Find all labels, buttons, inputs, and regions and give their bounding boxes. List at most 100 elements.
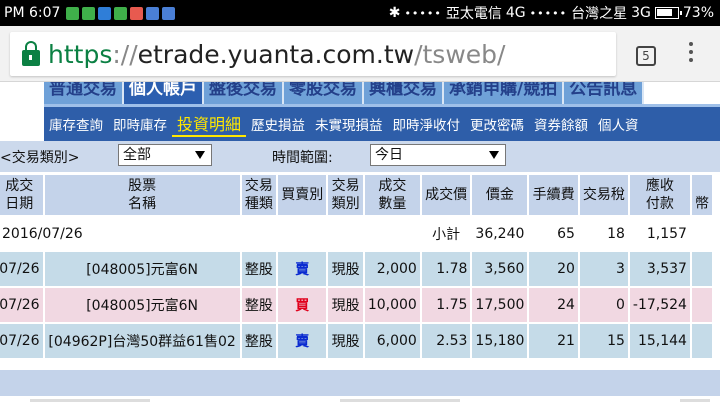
cell-net: 15,144	[629, 324, 690, 358]
col-header-currency: 幣	[691, 175, 712, 215]
subnav-change-password[interactable]: 更改密碼	[465, 114, 529, 134]
tab-switcher-button[interactable]: 5	[636, 46, 656, 66]
subnav-realtime-settlement[interactable]: 即時淨收付	[388, 114, 466, 134]
cell-tax: 0	[579, 288, 628, 322]
nav-tab-ipo[interactable]: 承銷申購/競拍	[444, 82, 565, 104]
bluetooth-icon	[162, 6, 176, 20]
summary-net: 1,157	[629, 217, 690, 250]
url-separator: ://	[112, 39, 138, 69]
subnav-margin-balance[interactable]: 資券餘額	[529, 114, 593, 134]
url-host: etrade.yuanta.com.tw	[137, 39, 415, 69]
cell-date: 07/26	[0, 324, 43, 358]
cell-amount: 3,560	[472, 252, 528, 286]
table-header-row: 成交 日期 股票 名稱 交易 種類 買賣別 交易 類別 成交 數量 成交價 價金 手續費 …	[0, 175, 712, 215]
page-footer-partial	[0, 396, 720, 405]
transactions-table: 成交 日期 股票 名稱 交易 種類 買賣別 交易 類別 成交 數量 成交價 價金 手續費 …	[0, 173, 714, 360]
table-row[interactable]: 07/26 [048005]元富6N 整股 賣 現股 2,000 1.78 3,…	[0, 252, 712, 286]
line-app-icon	[82, 6, 96, 20]
nav-tab-announcements[interactable]: 公告訊息	[564, 82, 645, 104]
nav-tab-after-hours[interactable]: 盤後交易	[204, 82, 284, 104]
carrier-name-1: 亞太電信	[445, 6, 502, 22]
cell-price: 1.75	[421, 288, 471, 322]
cell-price: 2.53	[421, 324, 471, 358]
battery-icon	[654, 7, 682, 19]
carrier-name-2: 台灣之星	[571, 6, 628, 22]
col-header-trade-class: 交易 類別	[328, 175, 363, 215]
cell-tax: 15	[579, 324, 628, 358]
cell-class: 現股	[328, 252, 363, 286]
trade-type-select[interactable]: 全部	[118, 144, 212, 166]
time-range-value: 今日	[375, 147, 403, 163]
col-header-tax: 交易稅	[579, 175, 628, 215]
cell-stock-name: [048005]元富6N	[44, 252, 240, 286]
cell-kind: 整股	[241, 252, 277, 286]
subnav-inventory-query[interactable]: 庫存查詢	[44, 114, 108, 134]
battery-level: 73%	[682, 5, 714, 21]
address-bar[interactable]: https://etrade.yuanta.com.tw/tsweb/	[10, 32, 616, 76]
cell-qty: 2,000	[364, 252, 420, 286]
subnav-historical-pnl[interactable]: 歷史損益	[246, 114, 310, 134]
cell-kind: 整股	[241, 324, 277, 358]
cell-fee: 20	[529, 252, 578, 286]
col-header-quantity: 成交 數量	[364, 175, 420, 215]
cell-fee: 21	[529, 324, 578, 358]
subnav-investment-details[interactable]: 投資明細	[172, 111, 247, 137]
network-type-2: 3G	[631, 5, 651, 21]
dropdown-arrow-icon	[195, 151, 205, 159]
table-row[interactable]: 07/26 [04962P]台灣50群益61售02 整股 賣 現股 6,000 …	[0, 324, 712, 358]
nav-tab-emerging[interactable]: 興櫃交易	[364, 82, 444, 104]
nav-tab-odd-lot[interactable]: 零股交易	[284, 82, 364, 104]
summary-fee: 65	[529, 217, 578, 250]
cloud-icon	[98, 6, 112, 20]
col-header-fee: 手續費	[529, 175, 578, 215]
time-range-select[interactable]: 今日	[370, 144, 506, 166]
network-type-1: 4G	[505, 5, 526, 21]
overflow-menu-icon[interactable]	[688, 42, 694, 70]
cell-class: 現股	[328, 288, 363, 322]
cell-net: 3,537	[629, 252, 690, 286]
signal-dots: •••••	[404, 6, 442, 20]
subnav-realtime-inventory[interactable]: 即時庫存	[108, 114, 172, 134]
cell-stock-name: [04962P]台灣50群益61售02	[44, 324, 240, 358]
line-app-icon	[114, 6, 128, 20]
cell-fee: 24	[529, 288, 578, 322]
url-path: /tsweb/	[414, 39, 506, 69]
trade-type-label: <交易類別>	[0, 150, 80, 166]
cell-qty: 10,000	[364, 288, 420, 322]
summary-date: 2016/07/26	[0, 217, 420, 250]
dropdown-arrow-icon	[489, 151, 499, 159]
subnav-personal-info[interactable]: 個人資	[593, 114, 644, 134]
table-footer-bar	[0, 370, 720, 396]
summary-amount: 36,240	[472, 217, 528, 250]
cell-kind: 整股	[241, 288, 277, 322]
clock: PM 6:07	[4, 5, 61, 21]
url-text[interactable]: https://etrade.yuanta.com.tw/tsweb/	[48, 40, 505, 69]
col-header-trade-kind: 交易 種類	[241, 175, 277, 215]
summary-label: 小計	[421, 217, 471, 250]
nav-tab-regular-trade[interactable]: 普通交易	[44, 82, 124, 104]
cell-net: -17,524	[629, 288, 690, 322]
cell-side: 賣	[278, 252, 327, 286]
cell-price: 1.78	[421, 252, 471, 286]
mail-icon	[130, 6, 144, 20]
trade-type-value: 全部	[123, 147, 151, 163]
cell-side: 賣	[278, 324, 327, 358]
col-header-price: 成交價	[421, 175, 471, 215]
bluetooth-status-icon: ✱	[388, 5, 401, 21]
cell-side: 買	[278, 288, 327, 322]
col-header-amount: 價金	[472, 175, 528, 215]
lock-icon	[22, 41, 40, 66]
summary-row: 2016/07/26 小計 36,240 65 18 1,157	[0, 217, 712, 250]
cell-amount: 17,500	[472, 288, 528, 322]
bluetooth-icon	[146, 6, 160, 20]
cell-date: 07/26	[0, 252, 43, 286]
status-bar: PM 6:07 ✱ ••••• 亞太電信 4G ••••• 台灣之星 3G 73…	[0, 0, 720, 26]
col-header-net-payment: 應收 付款	[629, 175, 690, 215]
table-row[interactable]: 07/26 [048005]元富6N 整股 買 現股 10,000 1.75 1…	[0, 288, 712, 322]
cell-date: 07/26	[0, 288, 43, 322]
col-header-stock-name: 股票 名稱	[44, 175, 240, 215]
subnav-unrealized-pnl[interactable]: 未實現損益	[310, 114, 388, 134]
filter-bar: <交易類別> 全部 時間範圍: 今日	[0, 141, 720, 172]
line-app-icon	[66, 6, 80, 20]
nav-tab-personal-account[interactable]: 個人帳戶	[124, 82, 204, 104]
